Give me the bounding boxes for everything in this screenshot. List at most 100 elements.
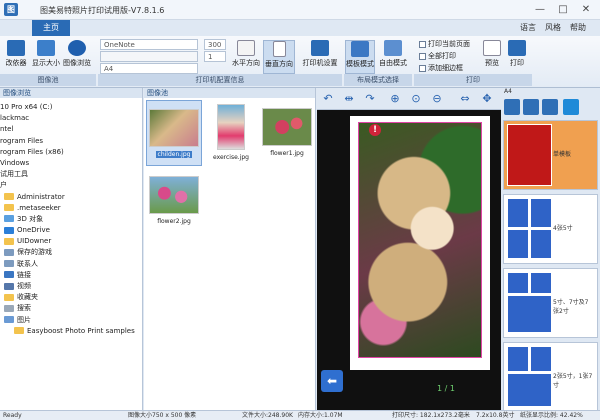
- template-label: 2张5寸，1张7寸: [553, 373, 593, 389]
- checkbox-box: [419, 40, 426, 48]
- horizontal-button[interactable]: 水平方向: [231, 40, 261, 68]
- show-size-label: 显示大小: [32, 59, 60, 67]
- copies-stepper[interactable]: 1: [204, 51, 226, 62]
- thumbnail-caption: exercise.jpg: [213, 154, 249, 161]
- print-all-checkbox[interactable]: 全部打印: [419, 51, 456, 61]
- zoom-out-icon[interactable]: ⊖: [429, 91, 445, 107]
- template-4x5[interactable]: 4张5寸: [503, 194, 598, 264]
- tree-item-label: 试用工具: [0, 170, 28, 179]
- template-mixed[interactable]: 5寸、7寸及7张2寸: [503, 268, 598, 338]
- back-arrow-button[interactable]: ⬅: [321, 370, 343, 392]
- rotate-left-icon[interactable]: ↶: [320, 91, 336, 107]
- edit-template-icon[interactable]: [523, 99, 539, 115]
- delete-template-icon[interactable]: [542, 99, 558, 115]
- tree-item[interactable]: 链接: [0, 270, 142, 281]
- tree-item[interactable]: 10 Pro x64 (C:): [0, 102, 142, 113]
- tree-item-label: Vindows: [0, 158, 30, 167]
- fit-width-icon[interactable]: ⇔: [457, 91, 473, 107]
- tree-item[interactable]: 联系人: [0, 259, 142, 270]
- move-icon[interactable]: ✥: [479, 91, 495, 107]
- image-browse-button[interactable]: 图像浏览: [62, 40, 92, 68]
- zoom-fit-icon[interactable]: ⊙: [408, 91, 424, 107]
- ribbon-tabs: 主页 语言 风格 帮助: [0, 20, 600, 36]
- title-bar: 图 图美易特照片打印试用版-V7.8.1.6 — □ ✕: [0, 0, 600, 20]
- template-cell: [507, 272, 529, 294]
- print-button[interactable]: 打印: [506, 40, 528, 68]
- modify-button[interactable]: 改依器: [3, 40, 29, 68]
- free-mode-button[interactable]: 自由模式: [377, 40, 409, 68]
- folder-icon: [14, 327, 24, 335]
- printer-select-2[interactable]: [100, 51, 198, 62]
- template-2x5-1x7[interactable]: 2张5寸，1张7寸: [503, 342, 598, 412]
- thumbnail-flower2[interactable]: flower2.jpg: [146, 168, 202, 234]
- add-template-icon[interactable]: [504, 99, 520, 115]
- tree-item[interactable]: Vindows: [0, 158, 142, 169]
- tree-item[interactable]: OneDrive: [0, 225, 142, 236]
- vertical-label: 垂直方向: [265, 60, 293, 68]
- thumbnail-childen[interactable]: childen.jpg: [146, 100, 202, 166]
- tree-item[interactable]: 户: [0, 180, 142, 191]
- flip-horizontal-icon[interactable]: ⇹: [341, 91, 357, 107]
- thumbnail-image: [262, 108, 312, 146]
- zoom-in-icon[interactable]: ⊕: [387, 91, 403, 107]
- status-bar: Ready 图像大小750 x 500 像素 文件大小:248.90K 内存大小…: [0, 410, 600, 420]
- photo-slot[interactable]: [358, 122, 482, 358]
- tree-item[interactable]: 3D 对象: [0, 214, 142, 225]
- thumbnail-image: [149, 109, 199, 147]
- maximize-button[interactable]: □: [553, 2, 573, 18]
- dpi-input[interactable]: 300: [204, 39, 226, 50]
- tree-item[interactable]: 收藏夹: [0, 292, 142, 303]
- rotate-right-icon[interactable]: ↷: [362, 91, 378, 107]
- tree-item[interactable]: rogram Files (x86): [0, 147, 142, 158]
- tree-item[interactable]: 试用工具: [0, 169, 142, 180]
- printer-settings-label: 打印机设置: [302, 59, 338, 67]
- free-layout-icon: [384, 40, 402, 56]
- minimize-button[interactable]: —: [530, 2, 550, 18]
- tree-item[interactable]: 图片: [0, 315, 142, 326]
- tree-item[interactable]: rogram Files: [0, 136, 142, 147]
- tree-item[interactable]: ntel: [0, 124, 142, 135]
- template-cell: [507, 198, 529, 228]
- vertical-button[interactable]: 垂直方向: [263, 40, 295, 74]
- language-link[interactable]: 语言: [520, 22, 536, 33]
- print-preview-area: ↶ ⇹ ↷ ⊕ ⊙ ⊖ ⇔ ✥ ! ⬅ 1 / 1: [317, 88, 501, 410]
- tree-item[interactable]: Administrator: [0, 192, 142, 203]
- tree-item[interactable]: 视频: [0, 281, 142, 292]
- tree-item-label: lackmac: [0, 114, 30, 123]
- status-file-size: 文件大小:248.90K: [242, 412, 293, 419]
- template-cell: [530, 229, 552, 259]
- tree-item[interactable]: Easyboost Photo Print samples: [0, 326, 142, 337]
- tree-item-label: UIDowner: [17, 237, 52, 246]
- printer-icon: [311, 40, 329, 56]
- text-tool-icon[interactable]: [563, 99, 579, 115]
- print-current-checkbox[interactable]: 打印当前页面: [419, 39, 470, 49]
- style-link[interactable]: 风格: [545, 22, 561, 33]
- template-single[interactable]: 单模板: [503, 120, 598, 190]
- thumbnail-exercise[interactable]: exercise.jpg: [203, 100, 259, 166]
- template-cell: [507, 295, 552, 333]
- printer-select[interactable]: OneNote: [100, 39, 198, 50]
- tree-item[interactable]: 保存的游戏: [0, 247, 142, 258]
- folder-tree-panel: 图像浏览 10 Pro x64 (C:) lackmac ntel rogram…: [0, 88, 143, 410]
- printer-settings-button[interactable]: 打印机设置: [300, 40, 340, 68]
- paper-size-select[interactable]: A4: [100, 63, 198, 74]
- horizontal-label: 水平方向: [232, 59, 260, 67]
- help-link[interactable]: 帮助: [570, 22, 586, 33]
- thumbnail-flower1[interactable]: flower1.jpg: [259, 100, 315, 166]
- tree-item[interactable]: .metaseeker: [0, 203, 142, 214]
- thumbnail-caption: flower1.jpg: [270, 150, 304, 157]
- preview-label: 预览: [485, 59, 499, 67]
- add-border-checkbox[interactable]: 添加细边框: [419, 63, 463, 73]
- tree-item-label: 搜索: [17, 304, 31, 313]
- tree-item[interactable]: UIDowner: [0, 236, 142, 247]
- template-label: 单模板: [553, 151, 572, 158]
- tab-home[interactable]: 主页: [32, 20, 70, 36]
- template-cell: [530, 198, 552, 228]
- close-button[interactable]: ✕: [576, 2, 596, 18]
- template-mode-button[interactable]: 模板模式: [345, 40, 375, 74]
- tree-item[interactable]: lackmac: [0, 113, 142, 124]
- preview-button[interactable]: 预览: [481, 40, 503, 68]
- tree-item[interactable]: 搜索: [0, 303, 142, 314]
- show-size-button[interactable]: 显示大小: [31, 40, 61, 68]
- print-current-label: 打印当前页面: [428, 40, 470, 48]
